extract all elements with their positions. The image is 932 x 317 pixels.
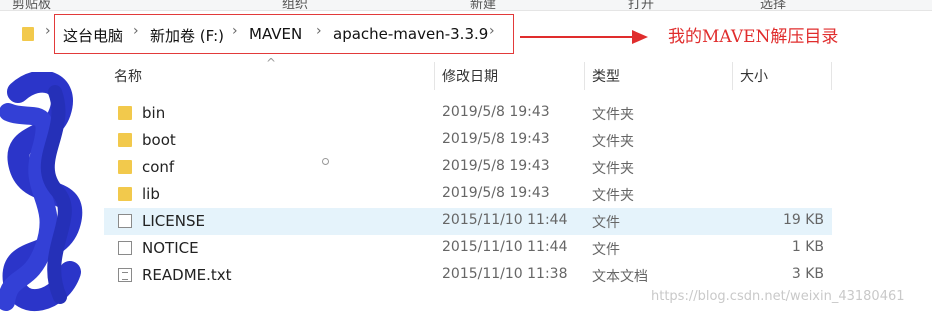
annotation-arrowhead xyxy=(632,30,648,44)
ribbon-group-open: 打开 xyxy=(628,0,655,11)
file-type: 文件夹 xyxy=(592,188,634,204)
folder-icon xyxy=(22,27,34,41)
file-date: 2015/11/10 11:44 xyxy=(442,212,568,228)
file-icon xyxy=(118,214,132,228)
file-date: 2015/11/10 11:38 xyxy=(442,266,568,282)
file-row-conf[interactable]: conf 2019/5/8 19:43 文件夹 xyxy=(104,154,832,181)
file-name: README.txt xyxy=(142,266,232,284)
file-type: 文件夹 xyxy=(592,107,634,123)
chevron-right-icon[interactable]: › xyxy=(45,23,51,39)
file-row-lib[interactable]: lib 2019/5/8 19:43 文件夹 xyxy=(104,181,832,208)
chevron-right-icon[interactable]: › xyxy=(232,23,238,39)
folder-icon xyxy=(118,106,132,120)
folder-icon xyxy=(118,187,132,201)
file-type: 文件夹 xyxy=(592,161,634,177)
file-name: conf xyxy=(142,158,175,176)
file-row-boot[interactable]: boot 2019/5/8 19:43 文件夹 xyxy=(104,127,832,154)
file-date: 2019/5/8 19:43 xyxy=(442,158,550,174)
file-type: 文件夹 xyxy=(592,134,634,150)
file-name: NOTICE xyxy=(142,239,199,257)
file-name: lib xyxy=(142,185,160,203)
file-type: 文本文档 xyxy=(592,269,648,285)
ribbon-group-organize: 组织 xyxy=(282,0,309,11)
file-list: bin 2019/5/8 19:43 文件夹 boot 2019/5/8 19:… xyxy=(104,100,832,289)
file-size: 19 KB xyxy=(782,212,824,228)
folder-icon xyxy=(118,133,132,147)
breadcrumb-current-folder[interactable]: apache-maven-3.3.9 xyxy=(333,25,488,43)
file-row-license[interactable]: LICENSE 2015/11/10 11:44 文件 19 KB xyxy=(104,208,832,235)
column-header-name[interactable]: 名称 xyxy=(114,66,142,86)
file-size: 3 KB xyxy=(791,266,824,282)
column-divider[interactable] xyxy=(831,62,832,90)
cursor-dot xyxy=(322,158,329,165)
chevron-right-icon[interactable]: › xyxy=(316,23,322,39)
annotation-arrow xyxy=(520,36,638,38)
ribbon-group-select: 选择 xyxy=(760,0,787,11)
ribbon-strip: 剪贴板 组织 新建 打开 选择 xyxy=(0,0,932,11)
watermark: https://blog.csdn.net/weixin_43180461 xyxy=(651,289,905,304)
column-header-size[interactable]: 大小 xyxy=(740,66,768,86)
column-divider[interactable] xyxy=(584,62,585,90)
folder-icon xyxy=(118,160,132,174)
file-type: 文件 xyxy=(592,242,620,258)
file-date: 2019/5/8 19:43 xyxy=(442,104,550,120)
file-size: 1 KB xyxy=(791,239,824,255)
ribbon-group-clipboard: 剪贴板 xyxy=(12,0,52,11)
file-date: 2015/11/10 11:44 xyxy=(442,239,568,255)
ribbon-group-new: 新建 xyxy=(470,0,497,11)
column-divider[interactable] xyxy=(732,62,733,90)
scribble-redaction xyxy=(0,72,83,311)
file-row-readme[interactable]: README.txt 2015/11/10 11:38 文本文档 3 KB xyxy=(104,262,832,289)
column-header-type[interactable]: 类型 xyxy=(592,66,620,86)
file-row-notice[interactable]: NOTICE 2015/11/10 11:44 文件 1 KB xyxy=(104,235,832,262)
file-name: LICENSE xyxy=(142,212,205,230)
chevron-right-icon[interactable]: › xyxy=(489,23,495,39)
file-type: 文件 xyxy=(592,215,620,231)
breadcrumb-drive[interactable]: 新加卷 (F:) xyxy=(150,25,224,46)
file-name: boot xyxy=(142,131,176,149)
breadcrumb-this-pc[interactable]: 这台电脑 xyxy=(63,25,123,46)
text-file-icon xyxy=(118,268,132,282)
breadcrumb-maven[interactable]: MAVEN xyxy=(249,25,302,43)
file-icon xyxy=(118,241,132,255)
file-row-bin[interactable]: bin 2019/5/8 19:43 文件夹 xyxy=(104,100,832,127)
column-divider[interactable] xyxy=(434,62,435,90)
file-date: 2019/5/8 19:43 xyxy=(442,131,550,147)
column-header-row: 名称 修改日期 类型 大小 xyxy=(104,62,832,90)
file-name: bin xyxy=(142,104,166,122)
annotation-text: 我的MAVEN解压目录 xyxy=(668,27,839,47)
column-header-date[interactable]: 修改日期 xyxy=(442,66,498,86)
file-date: 2019/5/8 19:43 xyxy=(442,185,550,201)
chevron-right-icon[interactable]: › xyxy=(133,23,139,39)
